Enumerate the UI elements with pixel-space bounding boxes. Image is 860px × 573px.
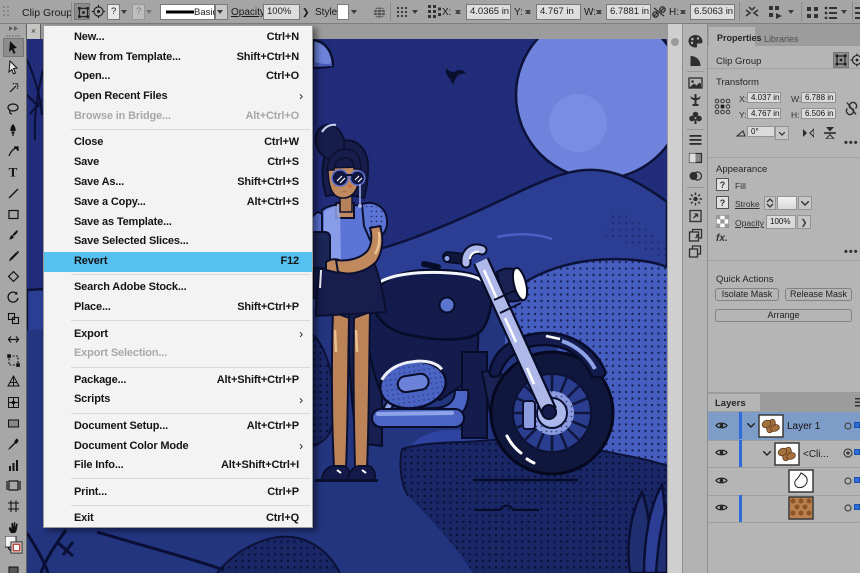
svg-text:T: T — [9, 165, 18, 180]
